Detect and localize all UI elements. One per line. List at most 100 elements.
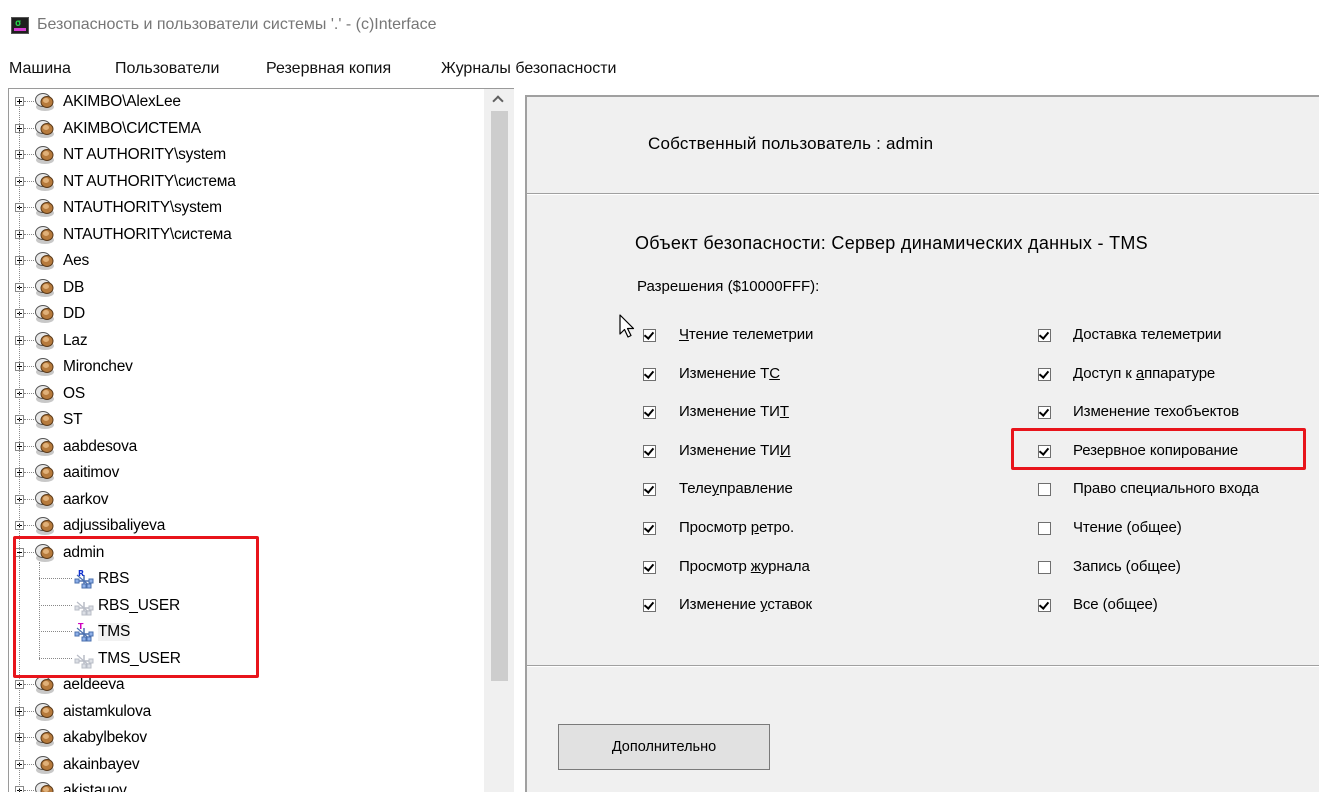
tree-item-user[interactable]: AKIMBO\СИСТЕМА [9,116,484,142]
tree-item-user[interactable]: AKIMBO\AlexLee [9,89,484,115]
tree-item-label: TMS_USER [98,649,181,667]
permission-checkbox[interactable] [643,367,656,381]
user-tree[interactable]: AKIMBO\AlexLee AKIMBO\СИСТЕМА NT AUTHORITY… [8,88,514,792]
tree-item-user[interactable]: akainbayev [9,752,484,778]
permission-checkbox[interactable] [1038,483,1051,497]
tree-connector [39,631,72,632]
tree-item-object[interactable]: T TMS [9,619,484,645]
mouse-pointer-icon [619,314,635,338]
tree-item-user[interactable]: aarkov [9,487,484,513]
permission-label[interactable]: Все (общее) [1073,596,1158,613]
permission-label[interactable]: Изменение уставок [679,596,812,613]
scroll-thumb[interactable] [491,111,508,681]
security-object-label: Объект безопасности: Сервер динамических… [635,233,1148,253]
tree-item-user[interactable]: aeldeeva [9,672,484,698]
tree-item-user[interactable]: Aes [9,248,484,274]
more-button[interactable]: Дополнительно [558,724,770,770]
tree-item-user[interactable]: akistauov [9,778,484,792]
permission-checkbox[interactable] [643,444,656,458]
menu-backup[interactable]: Резервная копия [266,60,391,78]
menu-security-logs[interactable]: Журналы безопасности [441,60,616,78]
user-icon [33,198,57,218]
user-icon [33,675,57,695]
permission-label-accel: у [711,480,720,498]
tree-item-user[interactable]: NTAUTHORITY\system [9,195,484,221]
permission-checkbox[interactable] [643,406,656,420]
menu-bar: Машина Пользователи Резервная копия Журн… [0,58,1319,82]
permission-label-part: Все (общее) [1073,596,1158,614]
user-icon [33,543,57,563]
permission-checkbox[interactable] [643,329,656,342]
user-icon [33,357,57,377]
menu-users[interactable]: Пользователи [115,60,219,78]
permission-checkbox[interactable] [1038,560,1051,574]
user-icon [33,490,57,510]
permission-label[interactable]: Просмотр ретро. [679,519,794,536]
permission-label[interactable]: Доставка телеметрии [1073,326,1222,343]
tree-item-admin[interactable]: admin [9,540,484,566]
permission-checkbox[interactable] [1038,367,1051,381]
tree-scrollbar[interactable] [484,89,514,792]
tree-item-user[interactable]: OS [9,381,484,407]
menu-machine[interactable]: Машина [9,60,71,78]
tree-item-label: TMS [98,623,131,641]
permission-checkbox[interactable] [643,522,656,535]
tree-item-user[interactable]: NTAUTHORITY\система [9,222,484,248]
svg-text:T: T [78,622,84,631]
permission-checkbox[interactable] [643,599,656,613]
permission-label[interactable]: Телеуправление [679,480,793,497]
user-icon [33,251,57,271]
tree-item-object[interactable]: R RBS [9,566,484,592]
tree-item-label: NT AUTHORITY\система [63,172,236,190]
permission-checkbox[interactable] [643,560,656,574]
window-title: Безопасность и пользователи системы '.' … [37,16,437,33]
permission-label[interactable]: Изменение техобъектов [1073,403,1239,420]
permission-label[interactable]: Чтение телеметрии [679,326,813,343]
permission-checkbox[interactable] [1038,522,1051,535]
permission-checkbox[interactable] [1038,329,1051,342]
permission-checkbox[interactable] [1038,406,1051,420]
scroll-up-button[interactable] [484,89,514,109]
permission-label[interactable]: Изменение ТС [679,365,780,382]
tree-item-user[interactable]: aabdesova [9,434,484,460]
tree-guide-line [39,561,40,660]
permission-label[interactable]: Доступ к аппаратуре [1073,365,1215,382]
user-icon [33,781,57,792]
tree-item-user[interactable]: adjussibaliyeva [9,513,484,539]
svg-text:R: R [78,569,84,578]
expand-icon[interactable] [15,97,24,106]
tree-item-user[interactable]: ST [9,407,484,433]
permission-checkbox[interactable] [643,483,656,497]
tree-item-object[interactable]: RBS_USER [9,593,484,619]
tree-item-user[interactable]: akabylbekov [9,725,484,751]
permission-label[interactable]: Изменение ТИИ [679,442,791,459]
tree-item-label: admin [63,543,105,561]
tree-item-object[interactable]: TMS_USER [9,646,484,672]
user-icon [33,92,57,112]
tree-item-user[interactable]: NT AUTHORITY\system [9,142,484,168]
tree-item-user[interactable]: aistamkulova [9,699,484,725]
permission-checkbox[interactable] [1038,599,1051,613]
permission-label[interactable]: Изменение ТИТ [679,403,789,420]
tree-connector [39,657,72,659]
permission-label-part: Запись (общее) [1073,557,1181,575]
permissions-label: Разрешения ($10000FFF): [637,278,820,295]
tree-item-label: aarkov [63,490,109,508]
tree-viewport: AKIMBO\AlexLee AKIMBO\СИСТЕМА NT AUTHORITY… [9,89,484,792]
tree-item-user[interactable]: Mironchev [9,354,484,380]
tree-item-user[interactable]: Laz [9,328,484,354]
permission-label-accel: И [779,441,791,459]
permission-label-part: Изменение Т [679,364,770,382]
tree-item-user[interactable]: DB [9,275,484,301]
user-icon [33,278,57,298]
permission-label-part: етро. [759,519,795,536]
permission-label[interactable]: Запись (общее) [1073,558,1181,575]
tree-item-label: AKIMBO\СИСТЕМА [63,119,201,137]
permission-label[interactable]: Право специального входа [1073,480,1259,497]
tree-connector [39,604,72,606]
permission-label[interactable]: Просмотр журнала [679,558,810,575]
tree-item-user[interactable]: DD [9,301,484,327]
tree-item-user[interactable]: aaitimov [9,460,484,486]
tree-item-user[interactable]: NT AUTHORITY\система [9,169,484,195]
permission-label[interactable]: Чтение (общее) [1073,519,1182,536]
